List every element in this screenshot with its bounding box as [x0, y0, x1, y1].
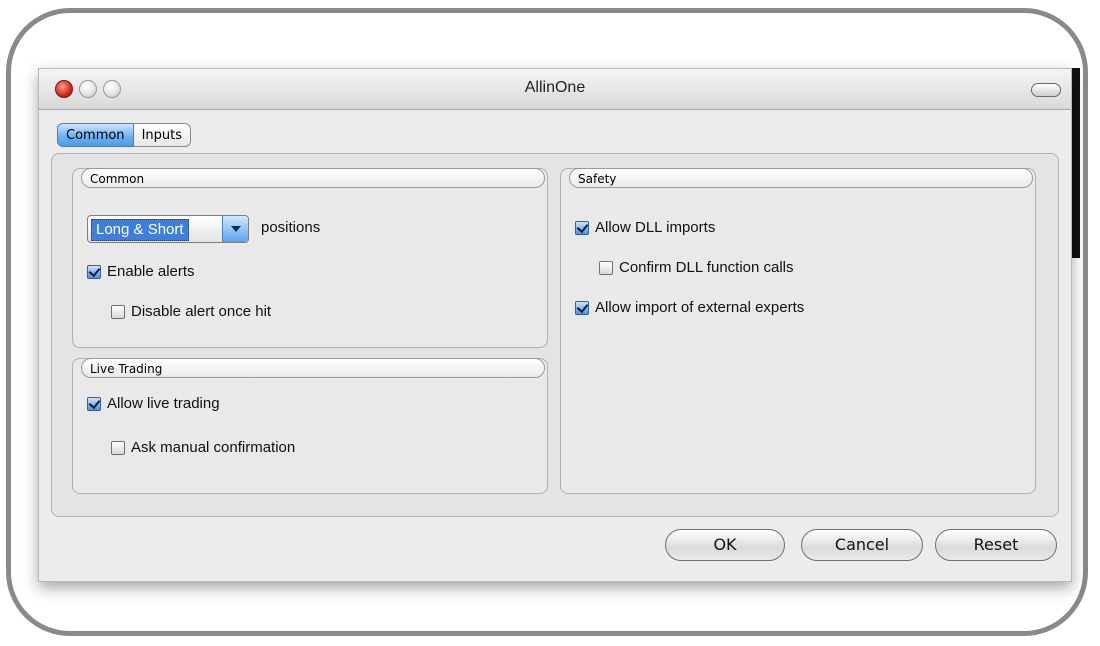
- safety-group: Safety Allow DLL imports Confirm DLL fun…: [560, 168, 1036, 494]
- disable-alert-once-hit-checkbox[interactable]: [111, 304, 125, 319]
- positions-label: positions: [261, 219, 321, 236]
- ask-manual-confirmation-row[interactable]: Ask manual confirmation: [111, 439, 295, 456]
- allow-live-trading-checkbox[interactable]: [87, 396, 101, 411]
- chevron-down-icon[interactable]: [222, 216, 248, 242]
- tab-common[interactable]: Common: [57, 123, 134, 147]
- toolbar-toggle-button[interactable]: [1031, 83, 1061, 97]
- allow-live-trading-label: Allow live trading: [107, 395, 220, 412]
- dialog-window: AllinOne Common Inputs Common Long & Sho…: [38, 68, 1072, 582]
- enable-alerts-label: Enable alerts: [107, 263, 195, 280]
- disable-alert-row[interactable]: Disable alert once hit: [111, 303, 271, 320]
- disable-alert-once-hit-label: Disable alert once hit: [131, 303, 272, 320]
- position-type-selected-value: Long & Short: [91, 219, 189, 241]
- allow-live-trading-row[interactable]: Allow live trading: [87, 395, 220, 412]
- cancel-button[interactable]: Cancel: [801, 529, 923, 561]
- ask-manual-confirmation-checkbox[interactable]: [111, 440, 125, 455]
- allow-dll-imports-checkbox[interactable]: [575, 220, 589, 235]
- positions-label-row: positions: [261, 219, 320, 236]
- safety-group-title: Safety: [569, 168, 1033, 188]
- live-trading-group: Live Trading Allow live trading Ask manu…: [72, 358, 548, 494]
- enable-alerts-checkbox[interactable]: [87, 264, 101, 279]
- tab-content-panel: Common Long & Short positions Enable ale…: [51, 153, 1059, 517]
- reset-button[interactable]: Reset: [935, 529, 1057, 561]
- position-type-select[interactable]: Long & Short: [87, 215, 249, 243]
- ask-manual-confirmation-label: Ask manual confirmation: [131, 439, 296, 456]
- common-group: Common Long & Short positions Enable ale…: [72, 168, 548, 348]
- allow-dll-imports-label: Allow DLL imports: [595, 219, 716, 236]
- tab-inputs[interactable]: Inputs: [133, 123, 191, 147]
- common-group-title: Common: [81, 168, 545, 188]
- window-title: AllinOne: [524, 79, 586, 96]
- allow-dll-imports-row[interactable]: Allow DLL imports: [575, 219, 715, 236]
- ok-button[interactable]: OK: [665, 529, 785, 561]
- live-trading-group-title: Live Trading: [81, 358, 545, 378]
- confirm-dll-calls-row[interactable]: Confirm DLL function calls: [599, 259, 794, 276]
- confirm-dll-function-calls-label: Confirm DLL function calls: [619, 259, 794, 276]
- allow-external-experts-row[interactable]: Allow import of external experts: [575, 299, 804, 316]
- title-bar[interactable]: AllinOne: [39, 69, 1071, 110]
- confirm-dll-function-calls-checkbox[interactable]: [599, 260, 613, 275]
- allow-import-external-experts-label: Allow import of external experts: [595, 299, 805, 316]
- enable-alerts-row[interactable]: Enable alerts: [87, 263, 195, 280]
- tab-bar: Common Inputs: [57, 123, 191, 149]
- allow-import-external-experts-checkbox[interactable]: [575, 300, 589, 315]
